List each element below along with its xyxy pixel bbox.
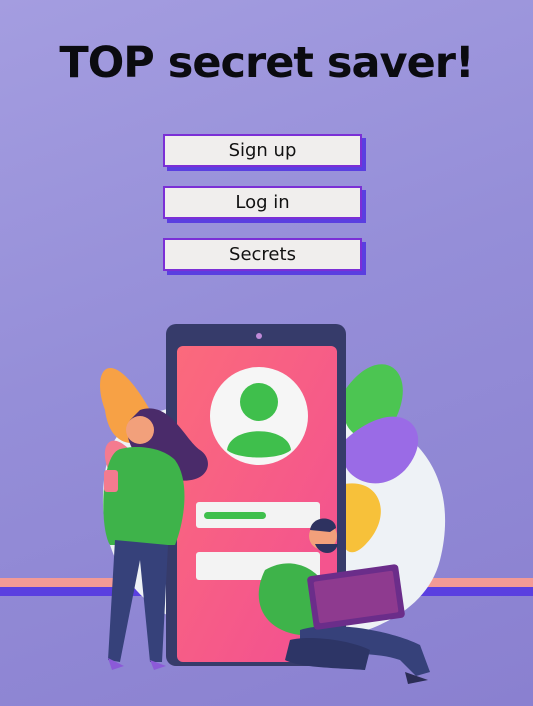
sign-up-button[interactable]: Sign up (163, 134, 362, 167)
phone-field-1-fill (204, 512, 266, 519)
log-in-button[interactable]: Log in (163, 186, 362, 219)
phone-camera-icon (256, 333, 262, 339)
nav-buttons: Sign up Log in Secrets (163, 134, 363, 290)
hero-illustration (0, 324, 533, 684)
page-title: TOP secret saver! (59, 38, 474, 88)
secrets-button[interactable]: Secrets (163, 238, 362, 271)
